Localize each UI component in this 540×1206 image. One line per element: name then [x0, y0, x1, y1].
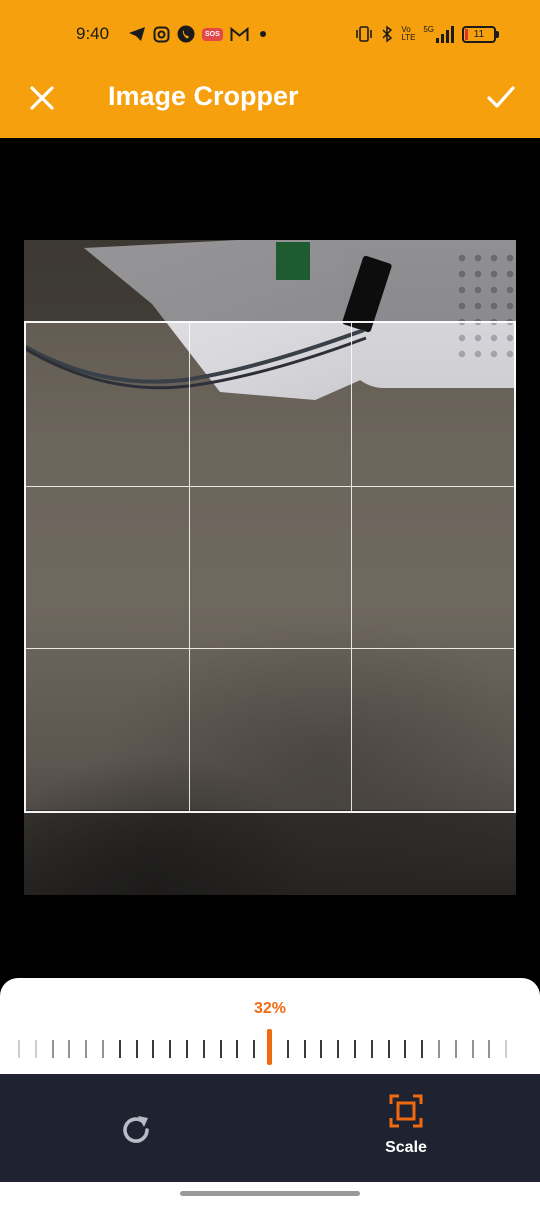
status-bar: 9:40 SOS Vo LTE 5G 11 — [0, 0, 540, 56]
close-icon[interactable] — [26, 82, 58, 114]
bluetooth-icon — [382, 25, 393, 43]
ruler-tick — [34, 1040, 37, 1058]
scale-button[interactable]: Scale — [368, 1094, 444, 1166]
notification-icons: SOS — [128, 24, 270, 44]
ruler-tick — [488, 1040, 491, 1058]
grid-line-horizontal — [26, 648, 514, 650]
ruler-tick — [51, 1040, 54, 1058]
app-bar: Image Cropper — [0, 56, 540, 138]
scale-label: Scale — [385, 1139, 427, 1156]
ruler-tick — [303, 1040, 306, 1058]
grid-line-horizontal — [26, 485, 514, 487]
ruler-tick — [505, 1040, 508, 1058]
ruler-tick — [471, 1040, 474, 1058]
ruler-tick — [370, 1040, 373, 1058]
ruler-tick — [186, 1040, 188, 1058]
gmail-icon — [230, 26, 249, 41]
ruler-tick — [202, 1040, 205, 1058]
ruler-tick — [219, 1040, 222, 1058]
ruler-tick — [337, 1040, 340, 1058]
check-icon[interactable] — [484, 80, 518, 114]
volte-icon: Vo LTE — [401, 25, 416, 42]
ruler-tick — [438, 1040, 440, 1058]
ruler-tick — [18, 1040, 20, 1058]
ruler-tick — [286, 1040, 289, 1058]
vibrate-icon — [356, 26, 373, 42]
home-indicator[interactable] — [180, 1191, 360, 1196]
phone-icon — [177, 25, 195, 43]
instagram-icon — [153, 26, 170, 42]
ruler-tick — [152, 1040, 155, 1058]
ruler-tick — [404, 1040, 407, 1058]
zoom-panel: 32% — [0, 978, 540, 1074]
ruler-tick — [421, 1040, 424, 1058]
page-title: Image Cropper — [108, 81, 299, 111]
system-icons: Vo LTE 5G 11 — [355, 24, 499, 44]
signal-icon: 5G — [423, 25, 454, 43]
ruler-tick — [169, 1040, 172, 1058]
zoom-value: 32% — [253, 1000, 287, 1017]
gesture-nav-bar — [0, 1182, 540, 1206]
sos-icon: SOS — [202, 27, 223, 41]
ruler-tick — [454, 1040, 457, 1058]
crop-scale-icon — [389, 1094, 423, 1128]
bottom-toolbar: Scale — [0, 1074, 540, 1182]
grid-line-vertical — [188, 323, 190, 811]
ruler-tick — [85, 1040, 88, 1058]
status-time: 9:40 — [76, 24, 110, 43]
ruler-tick — [253, 1040, 256, 1058]
ruler-tick — [236, 1040, 239, 1058]
ruler-tick — [387, 1040, 390, 1058]
ruler-tick — [320, 1040, 323, 1058]
ruler-tick — [354, 1040, 356, 1058]
ruler-tick — [118, 1040, 121, 1058]
ruler-tick — [68, 1040, 71, 1058]
zoom-slider-thumb[interactable] — [267, 1029, 272, 1065]
telegram-icon — [129, 27, 145, 41]
network-type-label: 5G — [423, 25, 434, 34]
crop-overlay-bottom — [24, 810, 516, 895]
grid-line-vertical — [351, 323, 353, 811]
crop-overlay-top — [24, 240, 516, 322]
battery-icon: 11 — [462, 25, 499, 43]
rotate-icon[interactable] — [116, 1110, 156, 1150]
dot-icon — [259, 31, 266, 37]
ruler-tick — [135, 1040, 138, 1058]
crop-frame[interactable] — [24, 321, 516, 813]
ruler-tick — [102, 1040, 104, 1058]
zoom-ruler-slider[interactable] — [0, 1029, 540, 1066]
